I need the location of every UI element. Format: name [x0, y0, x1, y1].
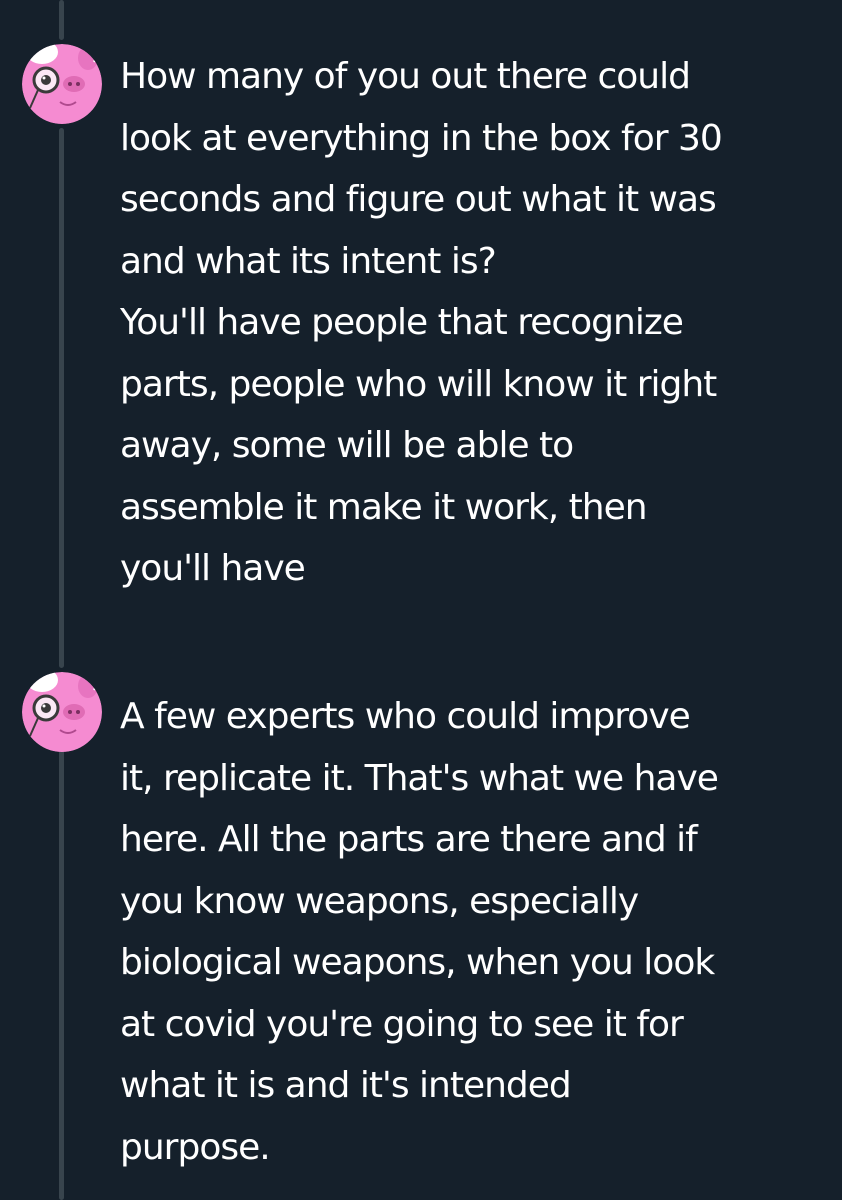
- text-line: How many of you out there could: [120, 56, 691, 97]
- thread-line-middle: [59, 128, 64, 668]
- text-line: you'll have: [120, 548, 306, 589]
- text-line: away, some will be able to: [120, 425, 574, 466]
- text-line: You'll have people that recognize: [120, 302, 684, 343]
- avatar[interactable]: [22, 44, 102, 124]
- pink-pig-monocle-avatar-icon: [22, 44, 102, 124]
- text-line: assemble it make it work, then: [120, 486, 648, 528]
- text-line: here. All the parts are there and if: [120, 819, 698, 860]
- text-line: seconds and figure out what it was: [120, 179, 717, 220]
- text-line: look at everything in the box for 30: [120, 117, 723, 159]
- thread-line-bottom: [59, 748, 64, 1200]
- thread-line-top: [59, 0, 64, 40]
- text-line: you know weapons, especially: [120, 880, 639, 922]
- text-line: at covid you're going to see it for: [120, 1003, 684, 1045]
- tweet-1-text: How many of you out there could look at …: [120, 46, 832, 600]
- text-line: it, replicate it. That's what we have: [120, 757, 719, 799]
- text-line: parts, people who will know it right: [120, 363, 717, 405]
- tweet-2-text: A few experts who could improve it, repl…: [120, 686, 832, 1178]
- avatar[interactable]: [22, 672, 102, 752]
- text-line: biological weapons, when you look: [120, 942, 715, 983]
- text-line: what it is and it's intended: [120, 1065, 572, 1106]
- text-line: A few experts who could improve: [120, 696, 691, 737]
- text-line: purpose.: [120, 1126, 271, 1168]
- pink-pig-monocle-avatar-icon: [22, 672, 102, 752]
- text-line: and what its intent is?: [120, 240, 497, 282]
